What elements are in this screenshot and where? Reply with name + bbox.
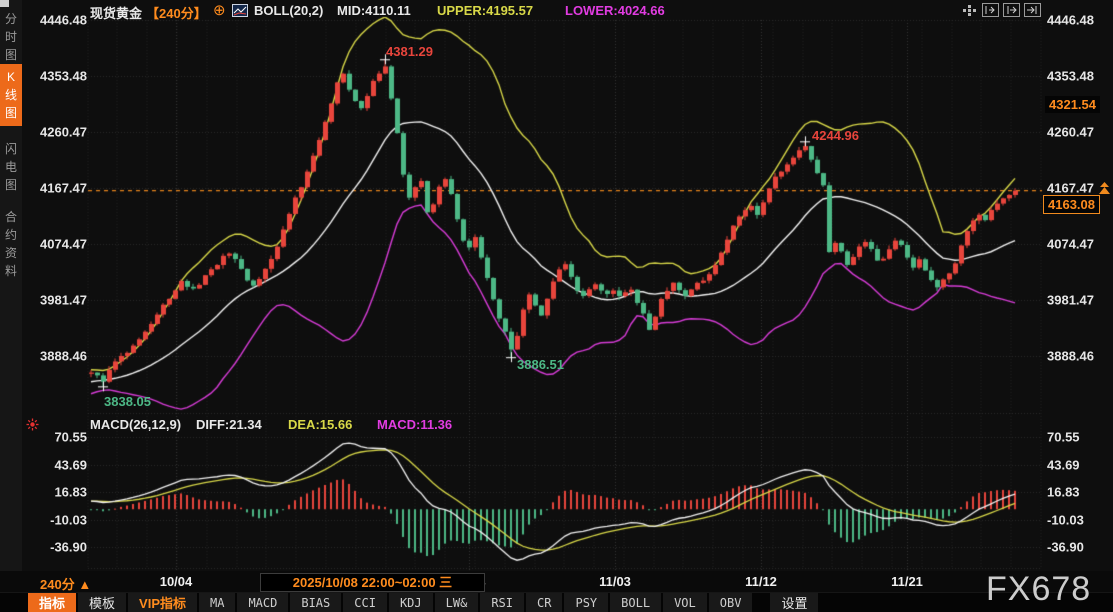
toolbar-tab-OBV[interactable]: OBV: [709, 593, 753, 612]
toolbar-tab-PSY[interactable]: PSY: [564, 593, 608, 612]
macd-label-left: -10.03: [25, 512, 87, 527]
annotation-high-4381: 4381.29: [386, 44, 433, 59]
toolbar-tab-RSI[interactable]: RSI: [480, 593, 524, 612]
annotation-low-3886: 3886.51: [517, 357, 564, 372]
price-label-left: 4167.47: [25, 181, 87, 196]
macd-label-right: 43.69: [1047, 457, 1080, 472]
macd-label-right: -36.90: [1047, 540, 1084, 555]
toolbar-tab-设置[interactable]: 设置: [770, 593, 818, 612]
zoom-x-right-icon[interactable]: [1003, 3, 1020, 17]
period-selector[interactable]: 240分 ▲: [40, 574, 91, 593]
price-label-right: 4260.47: [1047, 125, 1094, 140]
price-label-right: 3888.46: [1047, 349, 1094, 364]
macd-title: MACD(26,12,9): [90, 417, 181, 432]
toolbar-tab-MACD[interactable]: MACD: [237, 593, 288, 612]
current-price-tag: 4163.08: [1043, 195, 1100, 214]
mini-chart-icon[interactable]: [231, 3, 248, 17]
x-axis-date-11-03: 11/03: [599, 574, 631, 589]
x-axis-date-11-12: 11/12: [745, 574, 777, 589]
price-label-left: 3888.46: [25, 349, 87, 364]
price-label-right: 4446.48: [1047, 13, 1094, 28]
toolbar-tab-模板[interactable]: 模板: [78, 593, 126, 612]
toolbar-tab-BOLL[interactable]: BOLL: [610, 593, 661, 612]
corner-mark: [0, 0, 9, 7]
chart-type-sidebar: 分时图K线图闪电图合约资料: [0, 0, 22, 612]
indicator-settings-icon[interactable]: [24, 417, 41, 431]
price-up-arrow-icon[interactable]: [1096, 181, 1113, 195]
watermark: FX678: [986, 570, 1091, 609]
toolbar-tab-VOL[interactable]: VOL: [663, 593, 707, 612]
boll-upper-value: UPPER:4195.57: [437, 3, 533, 18]
toolbar-tab-LW&[interactable]: LW&: [435, 593, 479, 612]
price-label-left: 4353.48: [25, 69, 87, 84]
macd-label-right: 70.55: [1047, 430, 1080, 445]
toolbar-tab-指标[interactable]: 指标: [28, 593, 76, 612]
macd-macd-value: MACD:11.36: [377, 417, 452, 432]
annotation-high-4244: 4244.96: [812, 128, 859, 143]
period-badge: 【240分】: [146, 3, 207, 22]
sidebar-item-4[interactable]: 合约资料: [0, 204, 22, 284]
price-label-right: 3981.47: [1047, 293, 1094, 308]
candlestick-canvas[interactable]: [0, 0, 1113, 612]
price-label-left: 4446.48: [25, 13, 87, 28]
macd-dea-value: DEA:15.66: [288, 417, 352, 432]
boll-label: BOLL(20,2): [254, 3, 323, 18]
macd-label-right: -10.03: [1047, 512, 1084, 527]
upper-price-tag: 4321.54: [1045, 96, 1100, 113]
period-up-triangle-icon: ▲: [78, 577, 91, 592]
sidebar-item-3[interactable]: 闪电图: [0, 136, 22, 198]
price-label-right: 4167.47: [1047, 181, 1094, 196]
price-label-left: 4074.47: [25, 237, 87, 252]
toolbar-tab-KDJ[interactable]: KDJ: [389, 593, 433, 612]
boll-mid-value: MID:4110.11: [337, 3, 411, 18]
price-label-left: 4260.47: [25, 125, 87, 140]
macd-diff-value: DIFF:21.34: [196, 417, 262, 432]
price-label-right: 4353.48: [1047, 69, 1094, 84]
crosshair-circle-icon[interactable]: ⊕: [213, 1, 226, 19]
toolbar-tab-BIAS[interactable]: BIAS: [290, 593, 341, 612]
reset-view-icon[interactable]: [1024, 3, 1041, 17]
macd-label-left: -36.90: [25, 540, 87, 555]
toolbar-tab-VIP指标[interactable]: VIP指标: [128, 593, 197, 612]
price-label-left: 3981.47: [25, 293, 87, 308]
x-axis-date-10-04: 10/04: [160, 574, 193, 589]
macd-label-left: 43.69: [25, 457, 87, 472]
symbol-title: 现货黄金: [90, 3, 142, 22]
annotation-low-3838: 3838.05: [104, 394, 151, 409]
toolbar-tab-MA[interactable]: MA: [199, 593, 235, 612]
macd-label-left: 16.83: [25, 485, 87, 500]
macd-label-left: 70.55: [25, 430, 87, 445]
toolbar-tab-CCI[interactable]: CCI: [343, 593, 387, 612]
boll-lower-value: LOWER:4024.66: [565, 3, 665, 18]
x-axis-date-11-21: 11/21: [891, 574, 923, 589]
macd-label-right: 16.83: [1047, 485, 1080, 500]
sidebar-item-2[interactable]: K线图: [0, 64, 22, 126]
sidebar-item-1[interactable]: 分时图: [0, 6, 22, 68]
kline-chart-window: 分时图K线图闪电图合约资料 现货黄金 【240分】 ⊕ BOLL(20,2) M…: [0, 0, 1113, 612]
pan-move-icon[interactable]: [961, 3, 978, 17]
toolbar-tab-CR[interactable]: CR: [526, 593, 562, 612]
crosshair-date-box: 2025/10/08 22:00~02:00 三: [260, 573, 485, 592]
zoom-x-left-icon[interactable]: [982, 3, 999, 17]
indicator-toolbar: 指标模板VIP指标MAMACDBIASCCIKDJLW&RSICRPSYBOLL…: [0, 592, 1113, 612]
price-label-right: 4074.47: [1047, 237, 1094, 252]
